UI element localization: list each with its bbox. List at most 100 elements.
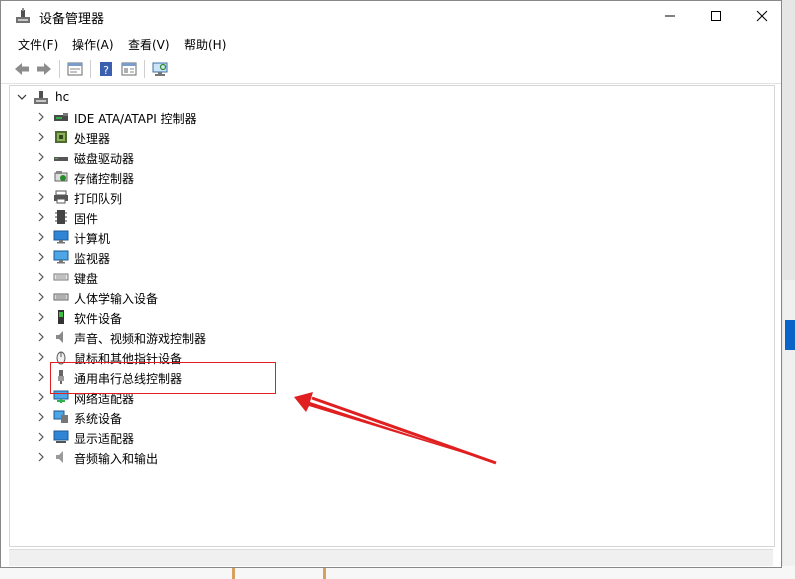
tree-item[interactable]: 音频输入和输出 <box>10 447 772 467</box>
chevron-right-icon[interactable] <box>36 272 46 282</box>
computer-icon <box>53 230 69 244</box>
tree-root-label: hc <box>55 90 70 104</box>
chevron-right-icon[interactable] <box>36 372 46 382</box>
chevron-right-icon[interactable] <box>36 132 46 142</box>
tree-item-label: 监视器 <box>74 252 111 266</box>
tree-item-label: IDE ATA/ATAPI 控制器 <box>74 112 197 126</box>
tree-item-label: 音频输入和输出 <box>74 452 159 466</box>
tree-item[interactable]: IDE ATA/ATAPI 控制器 <box>10 107 772 127</box>
close-icon <box>756 10 768 22</box>
chevron-right-icon[interactable] <box>36 252 46 262</box>
audio-io-icon <box>56 451 63 463</box>
chevron-right-icon[interactable] <box>36 432 46 442</box>
scan-hardware-button[interactable] <box>151 60 169 78</box>
processor-icon <box>55 131 67 143</box>
tree-item-label: 键盘 <box>74 272 99 286</box>
toolbar: ? <box>1 55 781 84</box>
tree-item-label: 计算机 <box>74 232 111 246</box>
print-queue-icon <box>54 190 68 204</box>
svg-text:?: ? <box>103 64 109 77</box>
toolbar-separator <box>90 60 91 78</box>
chevron-right-icon[interactable] <box>36 332 46 342</box>
close-button[interactable] <box>739 1 785 31</box>
hid-icon <box>53 293 69 301</box>
ide-controller-icon <box>54 113 68 121</box>
chevron-right-icon[interactable] <box>36 292 46 302</box>
tree-item[interactable]: 系统设备 <box>10 407 772 427</box>
status-bar <box>9 549 773 566</box>
tree-item[interactable]: 监视器 <box>10 247 772 267</box>
menu-bar: 文件(F) 操作(A) 查看(V) 帮助(H) <box>1 31 781 55</box>
tree-item-label: 磁盘驱动器 <box>74 152 135 166</box>
tree-item-label: 存储控制器 <box>74 172 135 186</box>
tree-item[interactable]: 存储控制器 <box>10 167 772 187</box>
computer-host-icon <box>34 91 48 104</box>
forward-arrow-icon <box>37 63 51 75</box>
help-button[interactable]: ? <box>97 60 115 78</box>
tree-item[interactable]: 打印队列 <box>10 187 772 207</box>
toolbar-separator <box>144 60 145 78</box>
menu-action[interactable]: 操作(A) <box>72 36 114 53</box>
back-arrow-icon <box>15 63 29 75</box>
view-button[interactable] <box>120 60 138 78</box>
menu-file[interactable]: 文件(F) <box>18 36 58 53</box>
window-title: 设备管理器 <box>39 12 105 27</box>
chevron-right-icon[interactable] <box>36 412 46 422</box>
tree-item[interactable]: 处理器 <box>10 127 772 147</box>
chevron-right-icon[interactable] <box>36 152 46 162</box>
chevron-right-icon[interactable] <box>36 112 46 122</box>
monitor-icon <box>53 250 69 264</box>
device-manager-window: 设备管理器 文件(F) 操作(A) 查看(V) 帮助(H) ? hc IDE A… <box>0 0 782 568</box>
disk-drive-icon <box>54 157 68 161</box>
menu-help[interactable]: 帮助(H) <box>184 36 226 53</box>
chevron-right-icon[interactable] <box>36 352 46 362</box>
chevron-down-icon[interactable] <box>17 92 27 102</box>
tree-item-label: 固件 <box>74 212 99 226</box>
tree-item[interactable]: 软件设备 <box>10 307 772 327</box>
tree-item[interactable]: 声音、视频和游戏控制器 <box>10 327 772 347</box>
monitor-scan-icon <box>152 62 168 76</box>
chevron-right-icon[interactable] <box>36 452 46 462</box>
chevron-right-icon[interactable] <box>36 192 46 202</box>
chevron-right-icon[interactable] <box>36 172 46 182</box>
minimize-icon <box>665 15 675 17</box>
keyboard-icon <box>53 273 69 281</box>
device-manager-icon <box>16 8 30 23</box>
tree-item[interactable]: 显示适配器 <box>10 427 772 447</box>
tree-item-label: 处理器 <box>74 132 111 146</box>
system-device-icon <box>53 410 68 423</box>
sound-icon <box>56 331 63 343</box>
maximize-icon <box>711 11 721 21</box>
back-button[interactable] <box>13 60 31 78</box>
tree-item-label: 声音、视频和游戏控制器 <box>74 332 207 346</box>
chevron-right-icon[interactable] <box>36 232 46 242</box>
tree-item-label: 软件设备 <box>74 312 123 326</box>
tree-item-label: 打印队列 <box>74 192 123 206</box>
tree-item[interactable]: 键盘 <box>10 267 772 287</box>
chevron-right-icon[interactable] <box>36 312 46 322</box>
properties-button[interactable] <box>66 60 84 78</box>
storage-controller-icon <box>54 171 68 182</box>
view-icon <box>121 62 137 76</box>
display-adapter-icon <box>53 430 69 443</box>
tree-root-row[interactable]: hc <box>10 87 772 107</box>
maximize-button[interactable] <box>693 1 739 31</box>
toolbar-separator <box>59 60 60 78</box>
properties-icon <box>67 62 83 76</box>
tree-item[interactable]: 固件 <box>10 207 772 227</box>
tree-item[interactable]: 磁盘驱动器 <box>10 147 772 167</box>
background-blue-element <box>785 320 795 350</box>
title-bar[interactable]: 设备管理器 <box>1 1 781 31</box>
firmware-icon <box>55 210 67 224</box>
forward-button[interactable] <box>35 60 53 78</box>
tree-item[interactable]: 计算机 <box>10 227 772 247</box>
tree-item[interactable]: 人体学输入设备 <box>10 287 772 307</box>
device-tree: hc IDE ATA/ATAPI 控制器 处理器磁盘驱动器存储控制器打印队列固件计… <box>9 85 775 547</box>
chevron-right-icon[interactable] <box>36 212 46 222</box>
tree-item-label: 显示适配器 <box>74 432 135 446</box>
menu-view[interactable]: 查看(V) <box>128 36 170 53</box>
minimize-button[interactable] <box>647 1 693 31</box>
help-icon: ? <box>100 62 112 77</box>
software-device-icon <box>58 310 64 324</box>
chevron-right-icon[interactable] <box>36 392 46 402</box>
